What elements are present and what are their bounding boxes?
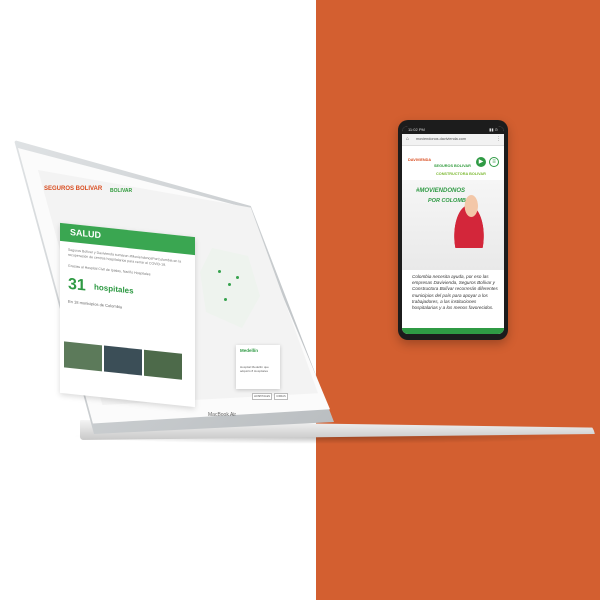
- video-thumbnail[interactable]: [104, 345, 142, 376]
- map-marker[interactable]: [236, 276, 239, 279]
- body-text: Colombia necesita ayuda, por eso las emp…: [412, 274, 498, 311]
- map-marker[interactable]: [224, 298, 227, 301]
- popup-title: Medellín: [240, 348, 259, 353]
- salud-title: SALUD: [70, 226, 101, 241]
- hero-person-image: [446, 188, 492, 248]
- status-icons: ▮▮ ⊙: [489, 127, 498, 132]
- status-bar: 11:02 PM ▮▮ ⊙: [402, 126, 504, 134]
- map-marker[interactable]: [228, 283, 231, 286]
- seguros-bolivar-logo[interactable]: SEGUROS BOLIVAR: [434, 164, 471, 168]
- salud-card: SALUD Seguros Bolívar y Davivienda sumar…: [60, 222, 195, 408]
- url-bar[interactable]: ⌂ moviendonos.davivienda.com ⋮: [402, 134, 504, 146]
- bolivar-logo[interactable]: BOLIVAR: [110, 188, 132, 194]
- cifras-button[interactable]: CIFRAS: [274, 393, 288, 400]
- video-thumbnails: [64, 341, 192, 380]
- play-button[interactable]: ▶: [476, 157, 486, 167]
- davivienda-logo[interactable]: SEGUROS BOLIVAR: [44, 186, 102, 192]
- hospital-count: 31: [68, 275, 86, 295]
- map-marker[interactable]: [218, 270, 221, 273]
- map-popup: Medellín Hospital Medellín que adquirió …: [236, 345, 280, 389]
- laptop-model-label: MacBook Air: [208, 412, 237, 418]
- municipalities-text: En 18 municipios de Colombia: [68, 298, 123, 310]
- url-text[interactable]: moviendonos.davivienda.com: [416, 137, 466, 141]
- hamburger-menu-icon[interactable]: ≡: [489, 157, 499, 167]
- davivienda-logo[interactable]: DAVIVIENDA: [408, 158, 431, 162]
- popup-text: Hospital Medellín que adquirió 8 Hospita…: [240, 365, 269, 373]
- status-time: 11:02 PM: [408, 127, 425, 132]
- video-thumbnail[interactable]: [144, 349, 182, 380]
- video-thumbnail[interactable]: [64, 341, 102, 372]
- home-icon[interactable]: ⌂: [406, 136, 409, 142]
- constructora-bolivar-logo[interactable]: CONSTRUCTORA BOLIVAR: [436, 172, 486, 176]
- hospitales-button[interactable]: HOSPITALES: [252, 393, 272, 400]
- phone-footer-bar: [402, 328, 504, 334]
- kebab-menu-icon[interactable]: ⋮: [496, 136, 501, 142]
- laptop-header: SEGUROS BOLIVAR BOLIVAR: [40, 178, 160, 200]
- hospital-label: hospitales: [94, 282, 134, 296]
